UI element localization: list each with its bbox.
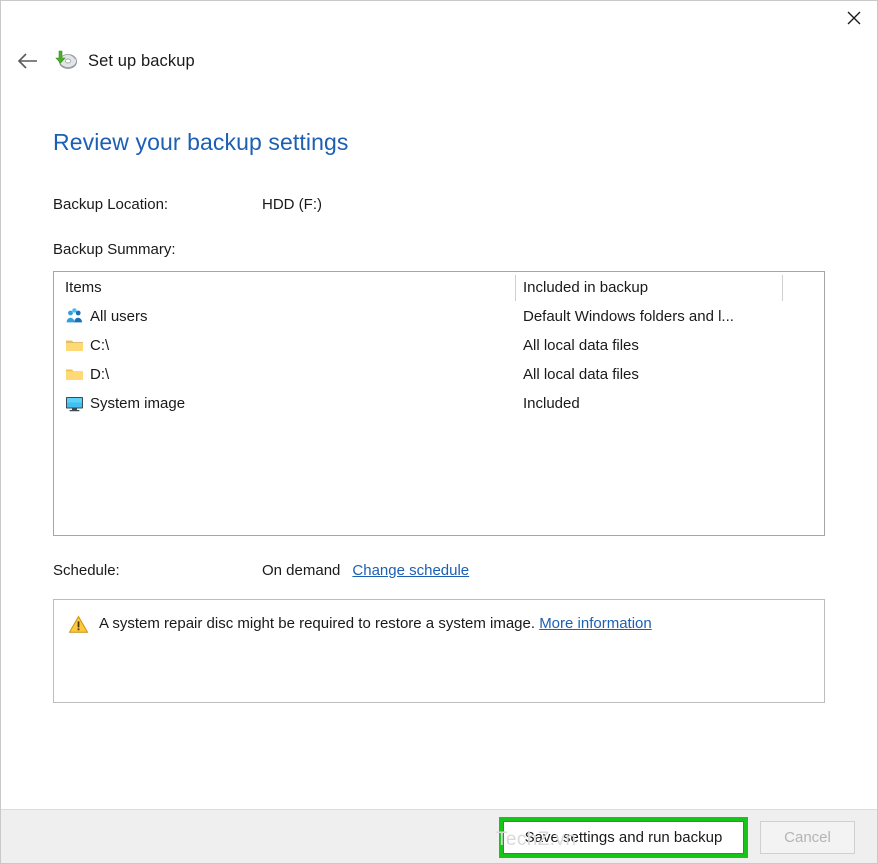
row-item-cell: C:\ xyxy=(54,336,515,355)
backup-location-row: Backup Location: HDD (F:) xyxy=(53,196,825,213)
row-included-label: All local data files xyxy=(515,337,782,354)
warning-triangle-icon xyxy=(68,615,89,634)
row-item-label: All users xyxy=(90,308,148,325)
row-included-label: All local data files xyxy=(515,366,782,383)
row-included-label: Included xyxy=(515,395,782,412)
backup-location-label: Backup Location: xyxy=(53,196,262,213)
cancel-button[interactable]: Cancel xyxy=(760,821,855,854)
warning-panel: A system repair disc might be required t… xyxy=(53,599,825,703)
row-item-label: C:\ xyxy=(90,337,109,354)
row-item-cell: System image xyxy=(54,394,515,413)
row-included-label: Default Windows folders and l... xyxy=(515,308,782,325)
footer-buttons: Save settings and run backup Cancel Tech… xyxy=(492,810,867,864)
title-bar xyxy=(1,1,877,35)
page-title: Review your backup settings xyxy=(53,129,825,156)
row-item-cell: All users xyxy=(54,307,515,326)
schedule-label: Schedule: xyxy=(53,562,262,579)
monitor-icon xyxy=(65,394,84,413)
close-button[interactable] xyxy=(831,1,877,34)
backup-location-value: HDD (F:) xyxy=(262,196,322,213)
cancel-button-label: Cancel xyxy=(784,829,831,846)
table-header-row: Items Included in backup xyxy=(54,272,824,302)
backup-summary-label: Backup Summary: xyxy=(53,241,262,258)
table-row[interactable]: All users Default Windows folders and l.… xyxy=(54,302,824,331)
row-item-cell: D:\ xyxy=(54,365,515,384)
backup-summary-row: Backup Summary: xyxy=(53,241,825,258)
schedule-row: Schedule: On demand Change schedule xyxy=(53,562,825,579)
save-settings-and-run-backup-button[interactable]: Save settings and run backup xyxy=(503,821,744,854)
more-information-link[interactable]: More information xyxy=(539,615,652,632)
column-divider-2 xyxy=(782,275,783,301)
column-header-items[interactable]: Items xyxy=(54,279,515,296)
column-divider-1 xyxy=(515,275,516,301)
warning-text-wrapper: A system repair disc might be required t… xyxy=(99,614,652,633)
setup-backup-window: Set up backup Review your backup setting… xyxy=(0,0,878,864)
row-item-label: D:\ xyxy=(90,366,109,383)
back-arrow-icon xyxy=(17,52,39,70)
close-icon xyxy=(847,11,861,25)
footer-bar: Save settings and run backup Cancel Tech… xyxy=(1,809,877,863)
schedule-value: On demand xyxy=(262,562,340,579)
folder-icon xyxy=(65,336,84,355)
app-title: Set up backup xyxy=(88,52,195,71)
table-row[interactable]: C:\ All local data files xyxy=(54,331,824,360)
change-schedule-link[interactable]: Change schedule xyxy=(352,562,469,579)
column-header-included[interactable]: Included in backup xyxy=(515,279,782,296)
users-group-icon xyxy=(65,307,84,326)
nav-header: Set up backup xyxy=(1,35,877,87)
content-area: Review your backup settings Backup Locat… xyxy=(1,87,877,809)
row-item-label: System image xyxy=(90,395,185,412)
backup-summary-listbox[interactable]: Items Included in backup xyxy=(53,271,825,536)
table-row[interactable]: D:\ All local data files xyxy=(54,360,824,389)
backup-disc-icon xyxy=(53,48,79,74)
folder-icon xyxy=(65,365,84,384)
warning-message: A system repair disc might be required t… xyxy=(99,615,535,632)
back-button[interactable] xyxy=(11,44,45,78)
table-row[interactable]: System image Included xyxy=(54,389,824,418)
